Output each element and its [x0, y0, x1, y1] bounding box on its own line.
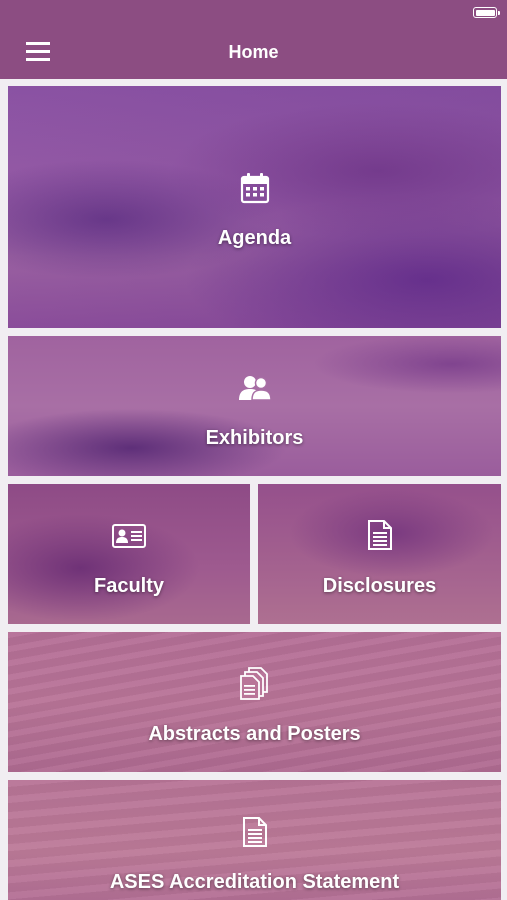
tile-ases-accreditation-statement[interactable]: ASES Accreditation Statement	[8, 780, 501, 900]
status-bar	[0, 0, 507, 26]
tile-ases-label: ASES Accreditation Statement	[109, 871, 400, 893]
tile-faculty[interactable]: Faculty	[8, 484, 250, 624]
battery-icon	[473, 7, 500, 18]
tile-disclosures-label: Disclosures	[322, 575, 437, 597]
tile-agenda[interactable]: Agenda	[8, 86, 501, 328]
page-title: Home	[228, 42, 279, 62]
tile-exhibitors-label: Exhibitors	[205, 427, 304, 449]
tile-faculty-label: Faculty	[93, 575, 165, 597]
tile-abstracts-label: Abstracts and Posters	[148, 723, 361, 745]
tile-disclosures[interactable]: Disclosures	[258, 484, 501, 624]
tile-exhibitors[interactable]: Exhibitors	[8, 336, 501, 476]
tile-abstracts-and-posters[interactable]: Abstracts and Posters	[8, 632, 501, 772]
document-icon	[367, 519, 393, 556]
people-icon	[238, 374, 272, 407]
tile-agenda-label: Agenda	[217, 227, 292, 249]
id-card-icon	[112, 524, 146, 553]
documents-stack-icon	[239, 666, 270, 705]
calendar-icon	[240, 172, 270, 209]
document-icon	[242, 816, 268, 853]
app-bar: Home	[0, 26, 507, 79]
